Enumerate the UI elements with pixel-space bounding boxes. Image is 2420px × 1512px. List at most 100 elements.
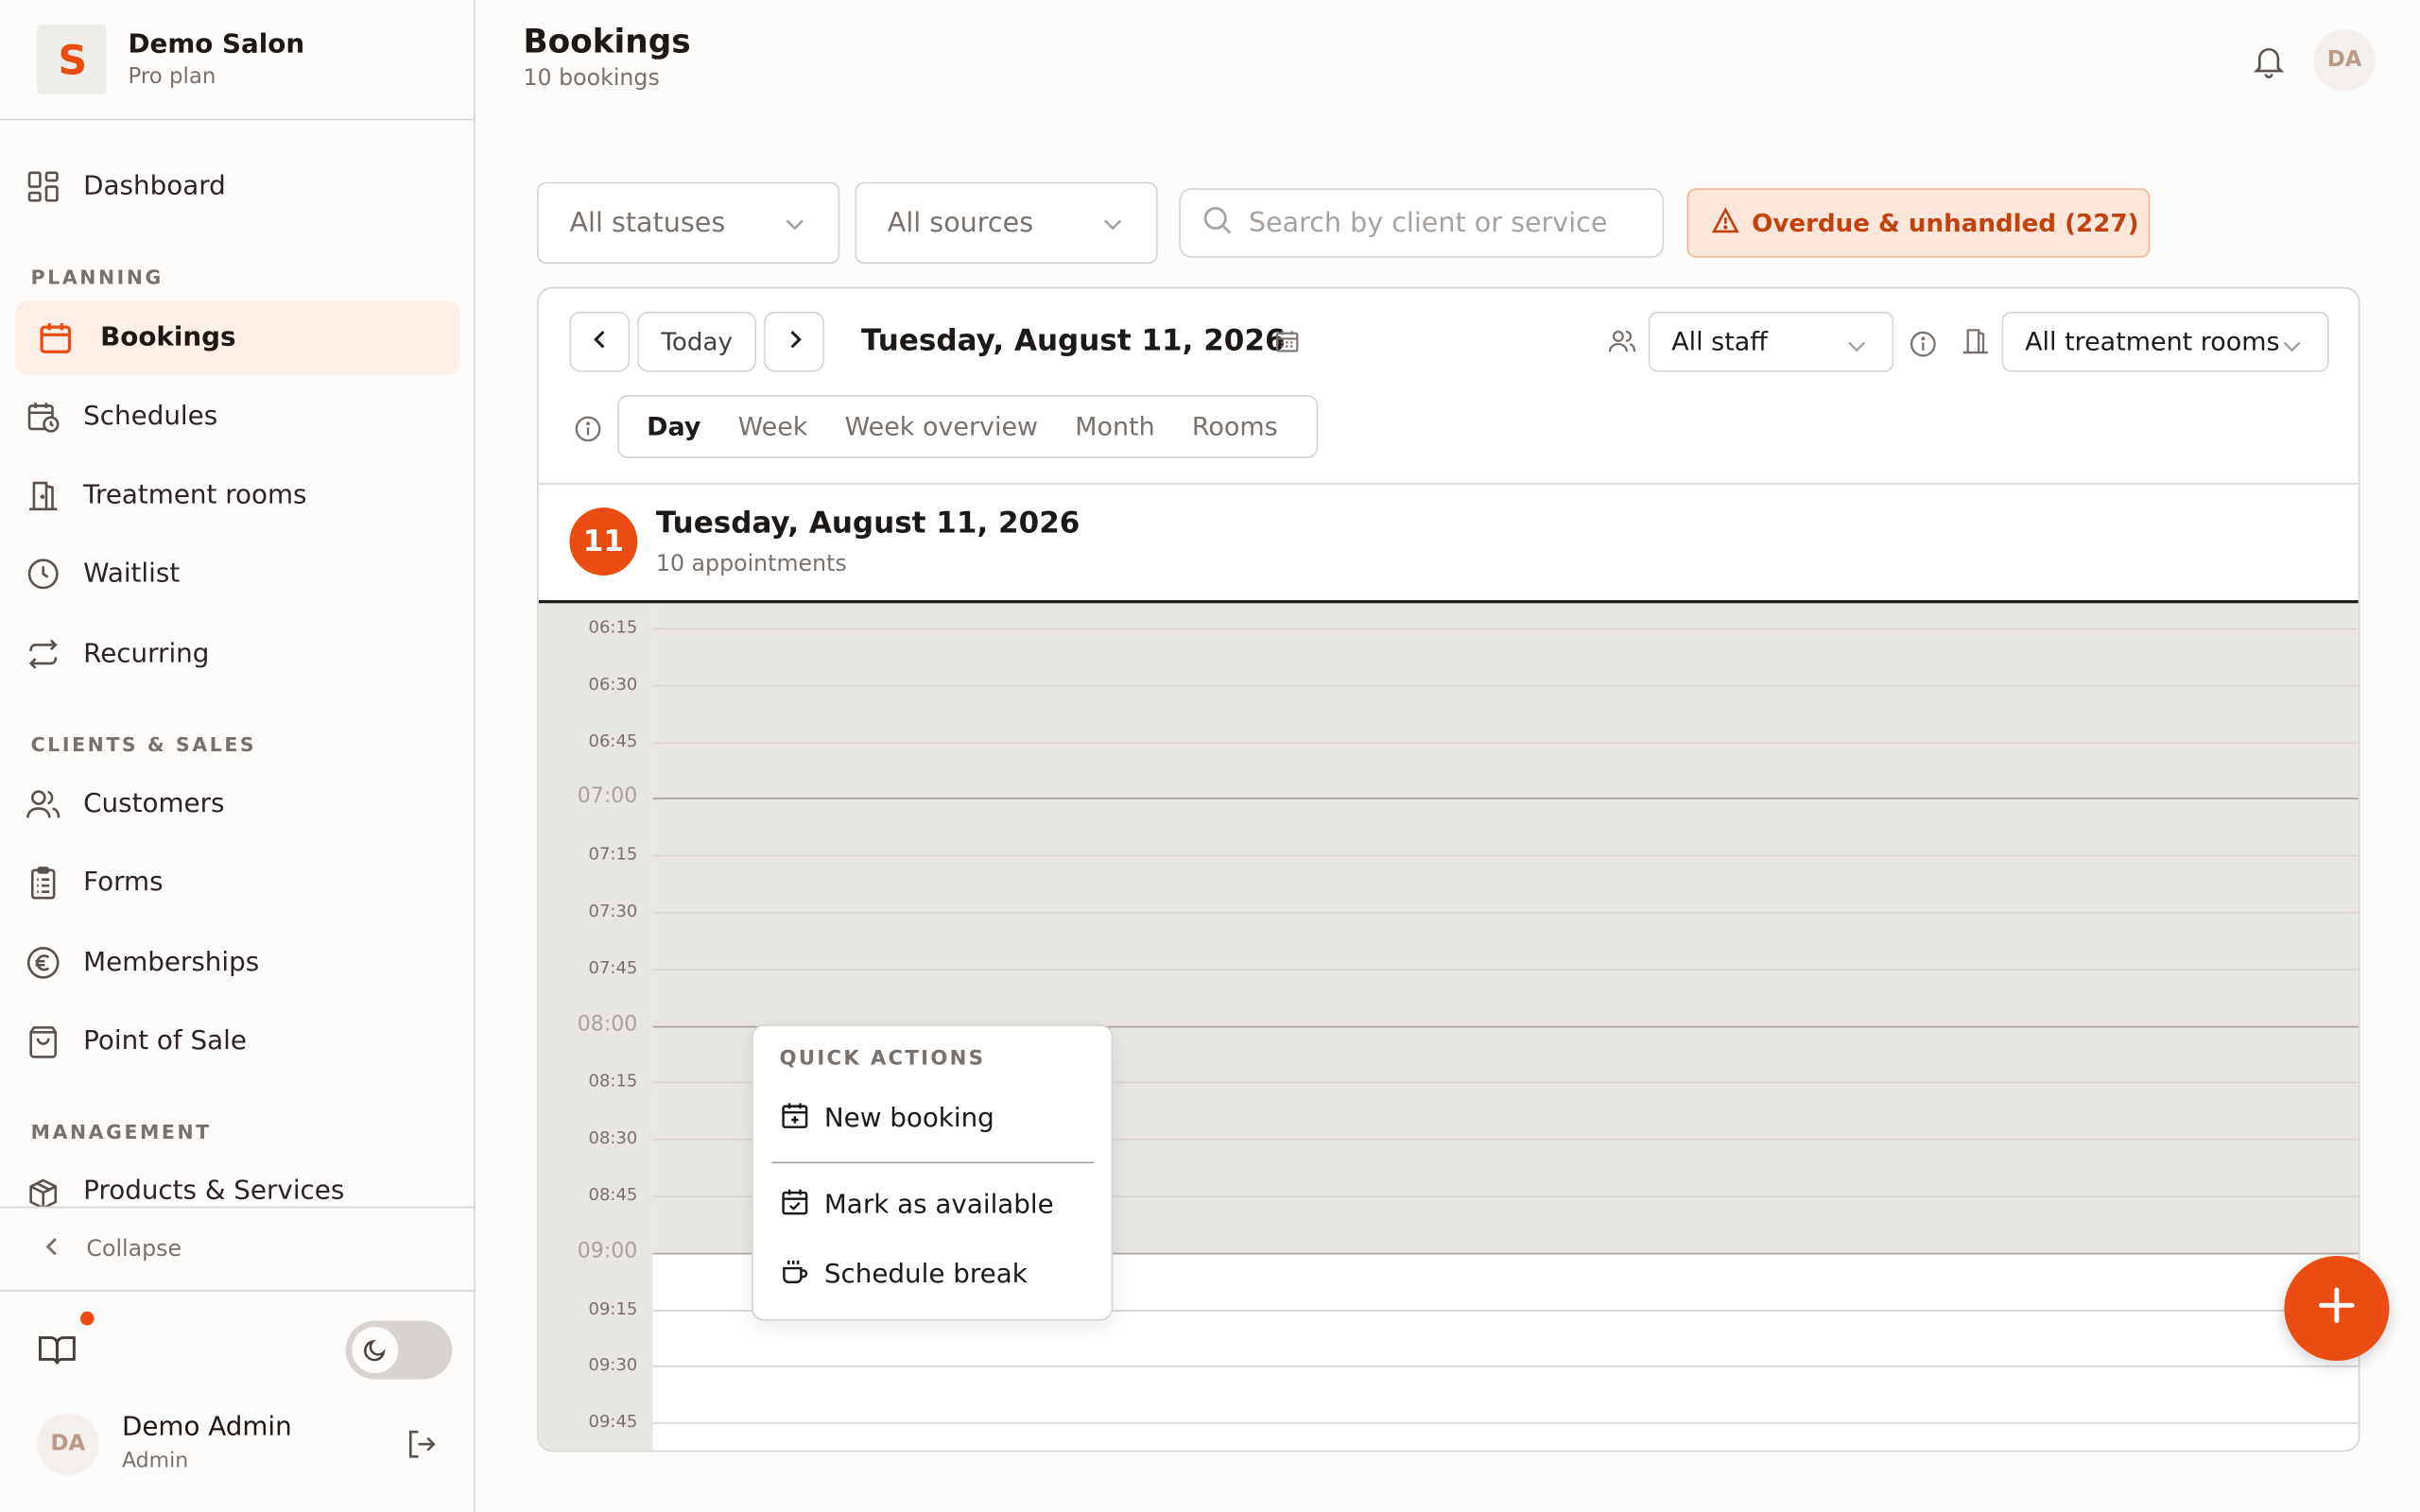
sidebar-item-forms[interactable]: Forms xyxy=(15,846,459,919)
time-label: 08:15 xyxy=(588,1071,638,1091)
calendar-picker-icon[interactable] xyxy=(1275,329,1300,353)
sidebar-item-point-of-sale[interactable]: Point of Sale xyxy=(15,1005,459,1078)
bell-icon[interactable] xyxy=(2250,43,2287,80)
appointment-count: 10 appointments xyxy=(655,552,847,577)
sidebar-item-label: Products & Services xyxy=(83,1176,345,1207)
tab-month[interactable]: Month xyxy=(1057,397,1174,457)
time-label: 07:15 xyxy=(588,844,638,865)
sidebar-item-label: Treatment rooms xyxy=(83,479,307,511)
time-slot-line xyxy=(652,854,2359,857)
sidebar-item-label: Schedules xyxy=(83,401,218,433)
header-avatar[interactable]: DA xyxy=(2313,29,2376,92)
info-icon[interactable] xyxy=(574,415,601,442)
time-label: 08:30 xyxy=(588,1127,638,1149)
time-label: 06:15 xyxy=(588,617,638,638)
brand-name: Demo Salon xyxy=(128,29,305,60)
sidebar-item-label: Recurring xyxy=(83,638,210,670)
tab-day[interactable]: Day xyxy=(629,397,719,457)
sidebar-item-label: Dashboard xyxy=(83,171,226,202)
chevron-down-icon xyxy=(1846,334,1868,363)
chevron-left-icon xyxy=(587,326,612,357)
mark-available-menu-item[interactable]: Mark as available xyxy=(771,1177,1096,1233)
tab-week[interactable]: Week xyxy=(719,397,826,457)
plus-icon xyxy=(2315,1283,2359,1332)
sidebar-item-bookings[interactable]: Bookings xyxy=(15,301,460,375)
sidebar-item-dashboard[interactable]: Dashboard xyxy=(15,149,459,223)
time-slot-line xyxy=(652,798,2359,800)
dark-mode-toggle[interactable] xyxy=(345,1320,453,1380)
time-slot-line xyxy=(652,684,2359,687)
view-switcher: Day Week Week overview Month Rooms xyxy=(617,394,1319,458)
avatar[interactable]: DA xyxy=(37,1413,99,1475)
users-icon xyxy=(25,785,61,822)
tab-week-overview[interactable]: Week overview xyxy=(826,397,1057,457)
add-booking-button[interactable] xyxy=(2284,1256,2390,1362)
tab-rooms[interactable]: Rooms xyxy=(1173,397,1296,457)
sidebar-item-waitlist[interactable]: Waitlist xyxy=(15,537,459,610)
time-label: 07:45 xyxy=(588,957,638,978)
staff-filter-select[interactable]: All staff xyxy=(1648,311,1894,372)
sidebar-item-label: Forms xyxy=(83,867,164,899)
staff-filter-value: All staff xyxy=(1671,327,1768,357)
repeat-icon xyxy=(25,636,61,673)
new-booking-menu-item[interactable]: New booking xyxy=(771,1091,1096,1146)
calendar-check-icon xyxy=(781,1188,808,1222)
prev-day-button[interactable] xyxy=(569,311,631,372)
moon-icon xyxy=(352,1327,399,1374)
page-title: Bookings xyxy=(523,23,691,60)
sidebar-item-label: Bookings xyxy=(100,322,236,353)
chevron-down-icon xyxy=(2281,334,2303,363)
sidebar-item-schedules[interactable]: Schedules xyxy=(15,380,459,454)
logout-icon[interactable] xyxy=(405,1427,439,1461)
users-icon xyxy=(1608,327,1636,354)
time-label: 06:30 xyxy=(588,674,638,695)
collapse-sidebar-button[interactable]: Collapse xyxy=(0,1206,475,1292)
chevron-left-icon xyxy=(40,1233,64,1264)
user-role: Admin xyxy=(121,1449,189,1474)
chevron-down-icon xyxy=(1100,212,1125,244)
shopping-bag-icon xyxy=(25,1022,61,1059)
search-icon xyxy=(1202,204,1234,241)
book-open-icon[interactable] xyxy=(37,1330,77,1369)
sidebar-item-label: Customers xyxy=(83,788,225,819)
schedule-break-menu-item[interactable]: Schedule break xyxy=(771,1246,1096,1302)
brand-logo: S xyxy=(37,25,107,94)
menu-item-label: Schedule break xyxy=(823,1259,1028,1290)
room-filter-select[interactable]: All treatment rooms xyxy=(2001,311,2329,372)
quick-actions-heading: QUICK ACTIONS xyxy=(779,1047,986,1072)
sidebar: S Demo Salon Pro plan Dashboard PLANNING… xyxy=(0,0,475,1512)
calendar-plus-icon xyxy=(781,1102,808,1136)
time-label: 09:30 xyxy=(588,1355,638,1376)
chevron-down-icon xyxy=(783,212,807,244)
time-slot-line xyxy=(652,741,2359,744)
sidebar-item-treatment-rooms[interactable]: Treatment rooms xyxy=(15,458,459,532)
today-button[interactable]: Today xyxy=(637,311,757,372)
status-filter-select[interactable]: All statuses xyxy=(537,181,840,265)
sidebar-item-recurring[interactable]: Recurring xyxy=(15,617,459,691)
day-number-badge: 11 xyxy=(569,507,638,576)
info-icon[interactable] xyxy=(1910,330,1937,357)
sidebar-item-memberships[interactable]: Memberships xyxy=(15,926,459,1000)
source-filter-select[interactable]: All sources xyxy=(855,181,1158,265)
chevron-right-icon xyxy=(782,326,806,357)
room-filter-value: All treatment rooms xyxy=(2025,327,2280,357)
sidebar-item-label: Memberships xyxy=(83,947,260,979)
time-label: 09:45 xyxy=(588,1412,638,1433)
next-day-button[interactable] xyxy=(764,311,824,372)
sidebar-item-label: Point of Sale xyxy=(83,1025,247,1057)
time-slot-line xyxy=(652,911,2359,914)
search-input[interactable] xyxy=(1248,207,1651,239)
calendar-icon xyxy=(37,319,74,356)
sidebar-item-products-services[interactable]: Products & Services xyxy=(15,1154,459,1207)
overdue-unhandled-button[interactable]: Overdue & unhandled (227) xyxy=(1686,188,2151,258)
sidebar-item-customers[interactable]: Customers xyxy=(15,766,459,840)
clock-icon xyxy=(25,556,61,593)
search-field[interactable] xyxy=(1179,188,1665,258)
overdue-label: Overdue & unhandled (227) xyxy=(1752,208,2139,238)
warning-icon xyxy=(1711,206,1739,240)
time-label: 08:00 xyxy=(577,1011,638,1037)
section-label-planning: PLANNING xyxy=(30,265,164,289)
menu-item-label: Mark as available xyxy=(823,1189,1054,1221)
current-date-title: Tuesday, August 11, 2026 xyxy=(861,323,1286,358)
svg-text:S: S xyxy=(58,38,87,81)
